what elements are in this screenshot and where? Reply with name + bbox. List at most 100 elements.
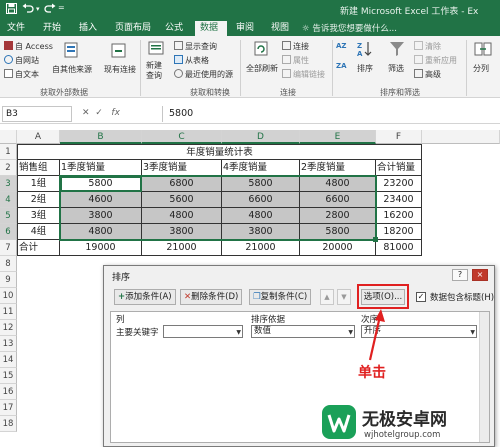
row-header[interactable]: 8 — [0, 256, 17, 272]
delete-level-button[interactable]: ✕删除条件(D) — [180, 289, 243, 305]
header-cell[interactable]: 4季度销量 — [222, 160, 300, 176]
sort-za-button[interactable]: ZA — [336, 62, 347, 70]
fx-icon[interactable]: fx — [111, 108, 120, 118]
customize-toolbar-icon[interactable]: = — [58, 3, 65, 12]
sort-level-row[interactable]: 主要关键字 ▼ 数值 ▼ 升序 ▼ — [111, 324, 489, 339]
total-cell[interactable]: 16200 — [376, 208, 422, 224]
data-cell[interactable]: 5600 — [142, 192, 222, 208]
show-queries-button[interactable]: 显示查询 — [174, 41, 217, 52]
row-header[interactable]: 18 — [0, 416, 17, 432]
total-cell[interactable]: 18200 — [376, 224, 422, 240]
table-title[interactable]: 年度销量统计表 — [17, 144, 422, 160]
close-button[interactable]: × — [472, 269, 488, 281]
sort-az-button[interactable]: AZ — [336, 42, 347, 50]
data-cell[interactable]: 4800 — [60, 224, 142, 240]
group-cell[interactable]: 2组 — [17, 192, 60, 208]
undo-dropdown-icon[interactable]: ▾ — [36, 5, 40, 13]
existing-connections-button[interactable]: 现有连接 — [104, 64, 136, 75]
recent-sources-button[interactable]: 最近使用的源 — [174, 69, 233, 80]
row-header[interactable]: 13 — [0, 336, 17, 352]
save-icon[interactable] — [6, 3, 17, 17]
name-box[interactable]: B3 — [2, 106, 72, 122]
tab-page-layout[interactable]: 页面布局 — [110, 21, 156, 36]
properties-button[interactable]: 属性 — [282, 55, 309, 66]
connections-button[interactable]: 连接 — [282, 41, 309, 52]
move-up-button[interactable]: ▲ — [320, 289, 334, 305]
header-cell[interactable]: 2季度销量 — [300, 160, 376, 176]
total-cell[interactable]: 19000 — [60, 240, 142, 256]
row-header[interactable]: 11 — [0, 304, 17, 320]
active-cell[interactable]: 5800 — [60, 176, 142, 192]
tab-review[interactable]: 审阅 — [231, 21, 259, 36]
data-cell[interactable]: 2800 — [300, 208, 376, 224]
data-cell[interactable]: 6800 — [142, 176, 222, 192]
data-cell[interactable]: 3800 — [60, 208, 142, 224]
header-cell[interactable]: 3季度销量 — [142, 160, 222, 176]
row-header[interactable]: 10 — [0, 288, 17, 304]
tell-me-search[interactable]: ☼ 告诉我您想要做什么... — [302, 22, 397, 34]
reapply-button[interactable]: 重新应用 — [414, 55, 457, 66]
tab-data[interactable]: 数据 — [195, 21, 227, 36]
filter-button[interactable]: 筛选 — [388, 63, 404, 74]
col-header-f[interactable]: F — [376, 130, 422, 144]
row-header[interactable]: 14 — [0, 352, 17, 368]
tab-formulas[interactable]: 公式 — [160, 21, 188, 36]
redo-icon[interactable] — [44, 3, 56, 17]
group-cell[interactable]: 1组 — [17, 176, 60, 192]
data-cell[interactable]: 5800 — [300, 224, 376, 240]
edit-links-button[interactable]: 编辑链接 — [282, 69, 325, 80]
cancel-icon[interactable]: ✕ — [82, 108, 90, 118]
row-header[interactable]: 6 — [0, 224, 17, 240]
col-header-d[interactable]: D — [222, 130, 300, 144]
group-cell[interactable]: 4组 — [17, 224, 60, 240]
sort-on-select[interactable]: 数值 ▼ — [251, 325, 355, 338]
from-web-button[interactable]: 自网站 — [4, 55, 39, 66]
copy-level-button[interactable]: ❐复制条件(C) — [249, 289, 312, 305]
col-header-e[interactable]: E — [300, 130, 376, 144]
enter-icon[interactable]: ✓ — [95, 108, 103, 118]
row-header[interactable]: 17 — [0, 400, 17, 416]
row-header[interactable]: 16 — [0, 384, 17, 400]
data-cell[interactable]: 6600 — [222, 192, 300, 208]
clear-filter-button[interactable]: 清除 — [414, 41, 441, 52]
data-cell[interactable]: 6600 — [300, 192, 376, 208]
data-cell[interactable]: 3800 — [142, 224, 222, 240]
help-button[interactable]: ? — [452, 269, 468, 281]
from-access-button[interactable]: 自 Access — [4, 41, 53, 52]
data-cell[interactable]: 3800 — [222, 224, 300, 240]
data-cell[interactable]: 4800 — [222, 208, 300, 224]
text-to-columns-button[interactable]: 分列 — [473, 63, 489, 74]
sort-column-select[interactable]: ▼ — [163, 325, 243, 338]
row-header[interactable]: 12 — [0, 320, 17, 336]
from-text-button[interactable]: 自文本 — [4, 69, 39, 80]
total-cell[interactable]: 81000 — [376, 240, 422, 256]
header-cell[interactable]: 1季度销量 — [60, 160, 142, 176]
from-table-button[interactable]: 从表格 — [174, 55, 209, 66]
total-cell[interactable]: 21000 — [222, 240, 300, 256]
row-header[interactable]: 1 — [0, 144, 17, 160]
from-other-sources-button[interactable]: 自其他来源 — [52, 64, 92, 75]
data-cell[interactable]: 4600 — [60, 192, 142, 208]
row-header[interactable]: 4 — [0, 192, 17, 208]
move-down-button[interactable]: ▼ — [337, 289, 351, 305]
col-header-a[interactable]: A — [17, 130, 60, 144]
col-header-b[interactable]: B — [60, 130, 142, 144]
row-header[interactable]: 3 — [0, 176, 17, 192]
tab-view[interactable]: 视图 — [266, 21, 294, 36]
row-header[interactable]: 5 — [0, 208, 17, 224]
row-header[interactable]: 9 — [0, 272, 17, 288]
total-cell[interactable]: 21000 — [142, 240, 222, 256]
row-header[interactable]: 2 — [0, 160, 17, 176]
row-header[interactable]: 7 — [0, 240, 17, 256]
total-label-cell[interactable]: 合计 — [17, 240, 60, 256]
tab-file[interactable]: 文件 — [2, 21, 30, 36]
advanced-filter-button[interactable]: 高级 — [414, 69, 441, 80]
data-cell[interactable]: 5800 — [222, 176, 300, 192]
total-cell[interactable]: 20000 — [300, 240, 376, 256]
new-query-button[interactable]: 新建 查询 — [146, 61, 162, 81]
data-cell[interactable]: 4800 — [300, 176, 376, 192]
formula-input[interactable]: 5800 — [162, 106, 498, 122]
data-cell[interactable]: 4800 — [142, 208, 222, 224]
sort-button[interactable]: 排序 — [357, 63, 373, 74]
fill-handle[interactable] — [373, 237, 378, 242]
